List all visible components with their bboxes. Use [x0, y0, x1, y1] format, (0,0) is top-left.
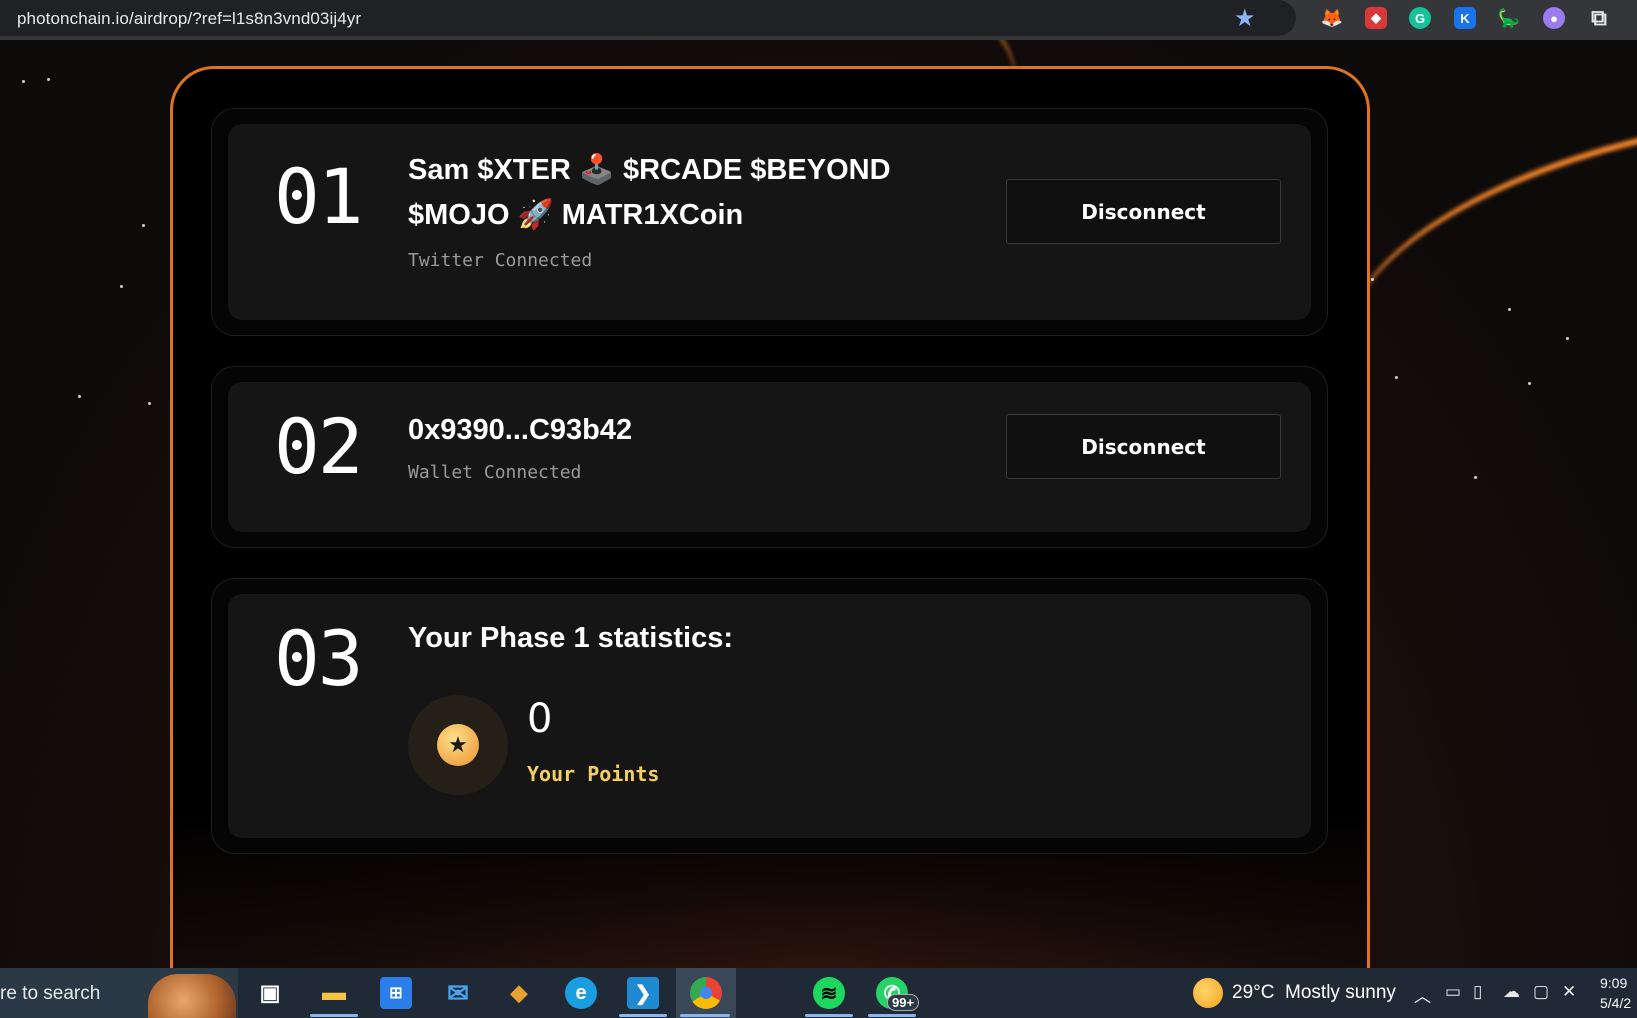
battery-icon[interactable]: ▯ [1473, 982, 1482, 1002]
wallet-address: 0x9390...C93b42 [408, 414, 633, 446]
step-number: 03 [274, 614, 364, 703]
star-dot [1566, 337, 1569, 340]
k-extension-icon[interactable]: K [1454, 7, 1476, 29]
browser-toolbar: photonchain.io/airdrop/?ref=l1s8n3vnd03i… [0, 0, 1637, 40]
weather-sun-icon[interactable] [1193, 978, 1223, 1008]
star-dot [22, 80, 25, 83]
weather-temp: 29°C [1232, 982, 1275, 1003]
chrome-icon[interactable] [690, 977, 722, 1009]
address-bar[interactable]: photonchain.io/airdrop/?ref=l1s8n3vnd03i… [0, 0, 1296, 36]
points-value: 0 [527, 696, 553, 742]
red-extension-icon[interactable]: ◆ [1365, 7, 1387, 29]
whatsapp-indicator [868, 1014, 916, 1017]
git-app-icon[interactable]: ◆ [503, 977, 535, 1009]
windows-taskbar: re to search ▣ ▬ ⊞ ✉ ◆ e ❯ ≋ ✆ 99+ 29°C … [0, 968, 1637, 1018]
wallet-status: Wallet Connected [408, 462, 582, 483]
extensions-puzzle-icon[interactable]: ⧉ [1588, 5, 1610, 30]
vscode-indicator [619, 1014, 667, 1017]
step-card-wallet: 02 0x9390...C93b42 Wallet Connected Disc… [211, 366, 1328, 548]
task-view-icon[interactable]: ▣ [254, 977, 286, 1009]
bookmark-star-icon[interactable]: ★ [1234, 4, 1256, 33]
url-text[interactable]: photonchain.io/airdrop/?ref=l1s8n3vnd03i… [17, 9, 361, 29]
weather-widget[interactable]: 29°C Mostly sunny [1232, 982, 1396, 1004]
onedrive-cloud-icon[interactable]: ☁ [1503, 982, 1520, 1002]
green-extension-icon[interactable]: 🦕 [1498, 7, 1520, 29]
statistics-title: Your Phase 1 statistics: [408, 622, 734, 654]
clock-time: 9:09 [1600, 975, 1628, 991]
step-card-twitter: 01 Sam $XTER 🕹️ $RCADE $BEYOND $MOJO 🚀 M… [211, 108, 1328, 336]
search-highlight-image [148, 974, 236, 1018]
twitter-username-line-2: $MOJO 🚀 MATR1XCoin [408, 199, 744, 231]
vscode-icon[interactable]: ❯ [627, 977, 659, 1009]
twitter-username-line-1: Sam $XTER 🕹️ $RCADE $BEYOND [408, 154, 891, 186]
chrome-indicator [680, 1014, 730, 1017]
grammarly-extension-icon[interactable]: G [1409, 7, 1431, 29]
step-number: 01 [274, 152, 364, 241]
show-hidden-icons-chevron-icon[interactable]: ︿ [1414, 982, 1431, 1007]
file-explorer-indicator [310, 1014, 358, 1017]
meet-now-icon[interactable]: ▭ [1445, 982, 1461, 1002]
network-icon[interactable]: ▢ [1533, 982, 1549, 1002]
star-dot [1528, 382, 1531, 385]
points-coin: ★ [408, 695, 508, 795]
star-dot [1508, 308, 1511, 311]
star-dot [1395, 376, 1398, 379]
search-placeholder: re to search [0, 983, 101, 1004]
points-label: Your Points [527, 762, 660, 786]
step-card-inner: 01 Sam $XTER 🕹️ $RCADE $BEYOND $MOJO 🚀 M… [228, 124, 1311, 320]
file-explorer-icon[interactable]: ▬ [318, 977, 350, 1009]
disconnect-twitter-button[interactable]: Disconnect [1006, 179, 1281, 244]
weather-condition: Mostly sunny [1285, 982, 1396, 1003]
spotify-icon[interactable]: ≋ [813, 977, 845, 1009]
clock-date: 5/4/2 [1600, 995, 1632, 1011]
step-card-statistics: 03 Your Phase 1 statistics: ★ 0 Your Poi… [211, 578, 1328, 854]
star-dot [142, 224, 145, 227]
purple-extension-icon[interactable]: ● [1543, 7, 1565, 29]
taskbar-search-box[interactable]: re to search [0, 968, 238, 1018]
spotify-indicator [805, 1014, 853, 1017]
whatsapp-badge: 99+ [887, 994, 920, 1011]
star-dot [1474, 476, 1477, 479]
system-clock[interactable]: 9:09 5/4/2 [1600, 973, 1631, 1013]
twitter-status: Twitter Connected [408, 250, 593, 271]
metamask-extension-icon[interactable]: 🦊 [1321, 7, 1343, 29]
volume-muted-icon[interactable]: ✕ [1562, 982, 1576, 1002]
microsoft-store-icon[interactable]: ⊞ [380, 977, 412, 1009]
star-dot [1371, 278, 1374, 281]
mail-icon[interactable]: ✉ [442, 977, 474, 1009]
star-dot [78, 395, 81, 398]
star-coin-icon: ★ [437, 724, 479, 766]
star-dot [148, 402, 151, 405]
edge-browser-icon[interactable]: e [565, 977, 597, 1009]
disconnect-wallet-button[interactable]: Disconnect [1006, 414, 1281, 479]
star-dot [120, 285, 123, 288]
step-number: 02 [274, 402, 364, 491]
step-card-inner: 02 0x9390...C93b42 Wallet Connected Disc… [228, 382, 1311, 532]
star-dot [47, 78, 50, 81]
step-card-inner: 03 Your Phase 1 statistics: ★ 0 Your Poi… [228, 594, 1311, 838]
